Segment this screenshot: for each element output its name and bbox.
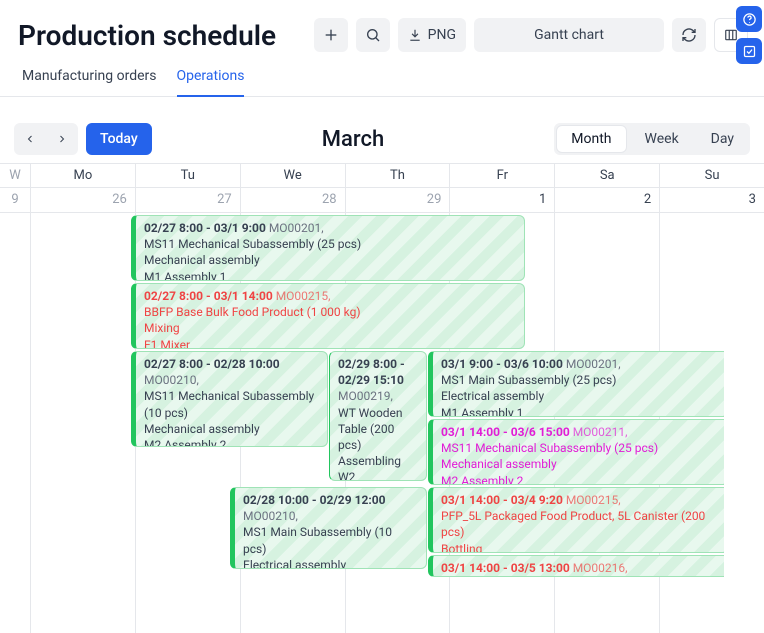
calendar-event[interactable]: 02/27 8:00 - 02/28 10:00 MO00210, MS11 M… xyxy=(131,351,328,447)
calendar: W Mo Tu We Th Fr Sa Su 9 26 27 28 29 1 2… xyxy=(0,163,764,633)
gantt-chart-label: Gantt chart xyxy=(534,27,604,43)
calendar-event[interactable]: 02/27 8:00 - 03/1 9:00 MO00201, MS11 Mec… xyxy=(131,215,525,281)
event-text: W2 Woodworks 2 xyxy=(338,469,418,481)
view-day[interactable]: Day xyxy=(695,123,750,155)
event-time: 02/29 8:00 - 02/29 15:10 xyxy=(338,357,405,387)
event-text: M1 Assembly 1 xyxy=(144,269,516,281)
today-button[interactable]: Today xyxy=(86,123,152,155)
event-text: M2 Assembly 2 xyxy=(144,437,319,447)
view-week[interactable]: Week xyxy=(629,123,695,155)
calendar-event[interactable]: 02/27 8:00 - 03/1 14:00 MO00215, BBFP Ba… xyxy=(131,283,525,349)
event-text: Electrical assembly xyxy=(441,388,716,404)
plus-icon xyxy=(323,27,339,43)
event-text: Assembling xyxy=(338,453,418,469)
view-segmented: Month Week Day xyxy=(554,123,750,155)
event-text: MS1 Main Subassembly (10 pcs) xyxy=(243,524,418,556)
event-time: 03/1 14:00 - 03/6 15:00 xyxy=(441,425,570,439)
event-text: MS11 Mechanical Subassembly (25 pcs) xyxy=(441,440,716,456)
download-icon xyxy=(408,28,422,42)
event-text: Mechanical assembly xyxy=(144,421,319,437)
date-nav xyxy=(14,123,78,155)
event-text: MS1 Main Subassembly (25 pcs) xyxy=(441,372,716,388)
day-cell[interactable]: 26 xyxy=(30,188,135,212)
calendar-event[interactable]: 03/1 14:00 - 03/6 15:00 MO00211, MS11 Me… xyxy=(428,419,724,485)
event-text: M1 Assembly 1 xyxy=(441,405,716,417)
dayhead-fr: Fr xyxy=(449,164,554,187)
event-mo: MO00216, xyxy=(573,561,628,575)
search-icon xyxy=(365,27,381,43)
event-time: 02/27 8:00 - 03/1 9:00 xyxy=(144,221,266,235)
tab-operations[interactable]: Operations xyxy=(177,58,245,96)
dayhead-su: Su xyxy=(659,164,764,187)
page-title: Production schedule xyxy=(18,19,276,52)
day-cell[interactable]: 3 xyxy=(659,188,764,212)
event-mo: MO00211, xyxy=(573,425,628,439)
event-time: 03/1 14:00 - 03/4 9:20 xyxy=(441,493,563,507)
chevron-left-icon xyxy=(24,133,36,145)
tab-manufacturing-orders[interactable]: Manufacturing orders xyxy=(22,58,157,96)
day-cell[interactable]: 1 xyxy=(449,188,554,212)
prev-period-button[interactable] xyxy=(14,123,46,155)
calendar-event[interactable]: 02/28 10:00 - 02/29 12:00 MO00210, MS1 M… xyxy=(230,487,427,569)
view-month[interactable]: Month xyxy=(556,125,626,153)
weeknum: 9 xyxy=(0,188,30,212)
event-text: WT Wooden Table (200 pcs) xyxy=(338,405,418,454)
event-text: Mixing xyxy=(144,320,516,336)
check-icon xyxy=(742,44,757,59)
dayhead-th: Th xyxy=(345,164,450,187)
dayhead-we: We xyxy=(240,164,345,187)
event-text: M2 Assembly 2 xyxy=(441,473,716,485)
refresh-button[interactable] xyxy=(672,18,706,52)
day-cell[interactable]: 29 xyxy=(345,188,450,212)
help-icon xyxy=(742,12,757,27)
search-button[interactable] xyxy=(356,18,390,52)
day-cell[interactable]: 2 xyxy=(554,188,659,212)
event-text: F1 Mixer xyxy=(144,337,516,349)
calendar-day-header: W Mo Tu We Th Fr Sa Su xyxy=(0,163,764,188)
floating-actions xyxy=(736,6,762,64)
chevron-right-icon xyxy=(56,133,68,145)
dayhead-sa: Sa xyxy=(554,164,659,187)
event-time: 03/1 9:00 - 03/6 10:00 xyxy=(441,357,563,371)
event-text: MS11 Mechanical Subassembly (10 pcs) xyxy=(144,388,319,420)
help-button[interactable] xyxy=(736,6,762,32)
event-mo: MO00215, xyxy=(566,493,621,507)
download-png-button[interactable]: PNG xyxy=(398,18,466,52)
calendar-event[interactable]: 02/29 8:00 - 02/29 15:10 MO00219, WT Woo… xyxy=(329,351,427,481)
event-text: BBFP Base Bulk Food Product (1 000 kg) xyxy=(144,304,516,320)
day-cell[interactable]: 28 xyxy=(240,188,345,212)
event-text: PFP_5L Packaged Food Product, 5L Caniste… xyxy=(441,508,716,540)
event-mo: MO00201, xyxy=(269,221,324,235)
calendar-date-row: 9 26 27 28 29 1 2 3 xyxy=(0,188,764,213)
event-time: 02/28 10:00 - 02/29 12:00 xyxy=(243,493,385,507)
event-mo: MO00210, xyxy=(243,509,298,523)
tasks-button[interactable] xyxy=(736,38,762,64)
period-title: March xyxy=(160,127,547,152)
event-text: MS11 Mechanical Subassembly (25 pcs) xyxy=(144,236,516,252)
event-text: Bottling xyxy=(441,541,716,553)
next-period-button[interactable] xyxy=(46,123,78,155)
calendar-event[interactable]: 03/1 14:00 - 03/4 9:20 MO00215, PFP_5L P… xyxy=(428,487,724,553)
event-time: 02/27 8:00 - 02/28 10:00 xyxy=(144,357,280,371)
calendar-event[interactable]: 03/1 9:00 - 03/6 10:00 MO00201, MS1 Main… xyxy=(428,351,724,417)
add-button[interactable] xyxy=(314,18,348,52)
dayhead-mo: Mo xyxy=(30,164,135,187)
weeknum-header: W xyxy=(0,164,30,187)
event-mo: MO00210, xyxy=(144,373,199,387)
event-mo: MO00219, xyxy=(338,389,393,403)
gantt-chart-button[interactable]: Gantt chart xyxy=(474,18,664,52)
download-png-label: PNG xyxy=(428,27,456,43)
refresh-icon xyxy=(681,27,697,43)
event-time: 02/27 8:00 - 03/1 14:00 xyxy=(144,289,273,303)
event-text: Mechanical assembly xyxy=(144,252,516,268)
dayhead-tu: Tu xyxy=(135,164,240,187)
day-cell[interactable]: 27 xyxy=(135,188,240,212)
calendexternas-event[interactable]: 03/1 14:00 - 03/5 13:00 MO00216, xyxy=(428,555,724,577)
event-text: Electrical assembly xyxy=(243,557,418,569)
event-mo: MO00201, xyxy=(566,357,621,371)
event-time: 03/1 14:00 - 03/5 13:00 xyxy=(441,561,570,575)
event-mo: MO00215, xyxy=(276,289,331,303)
event-text: Mechanical assembly xyxy=(441,456,716,472)
